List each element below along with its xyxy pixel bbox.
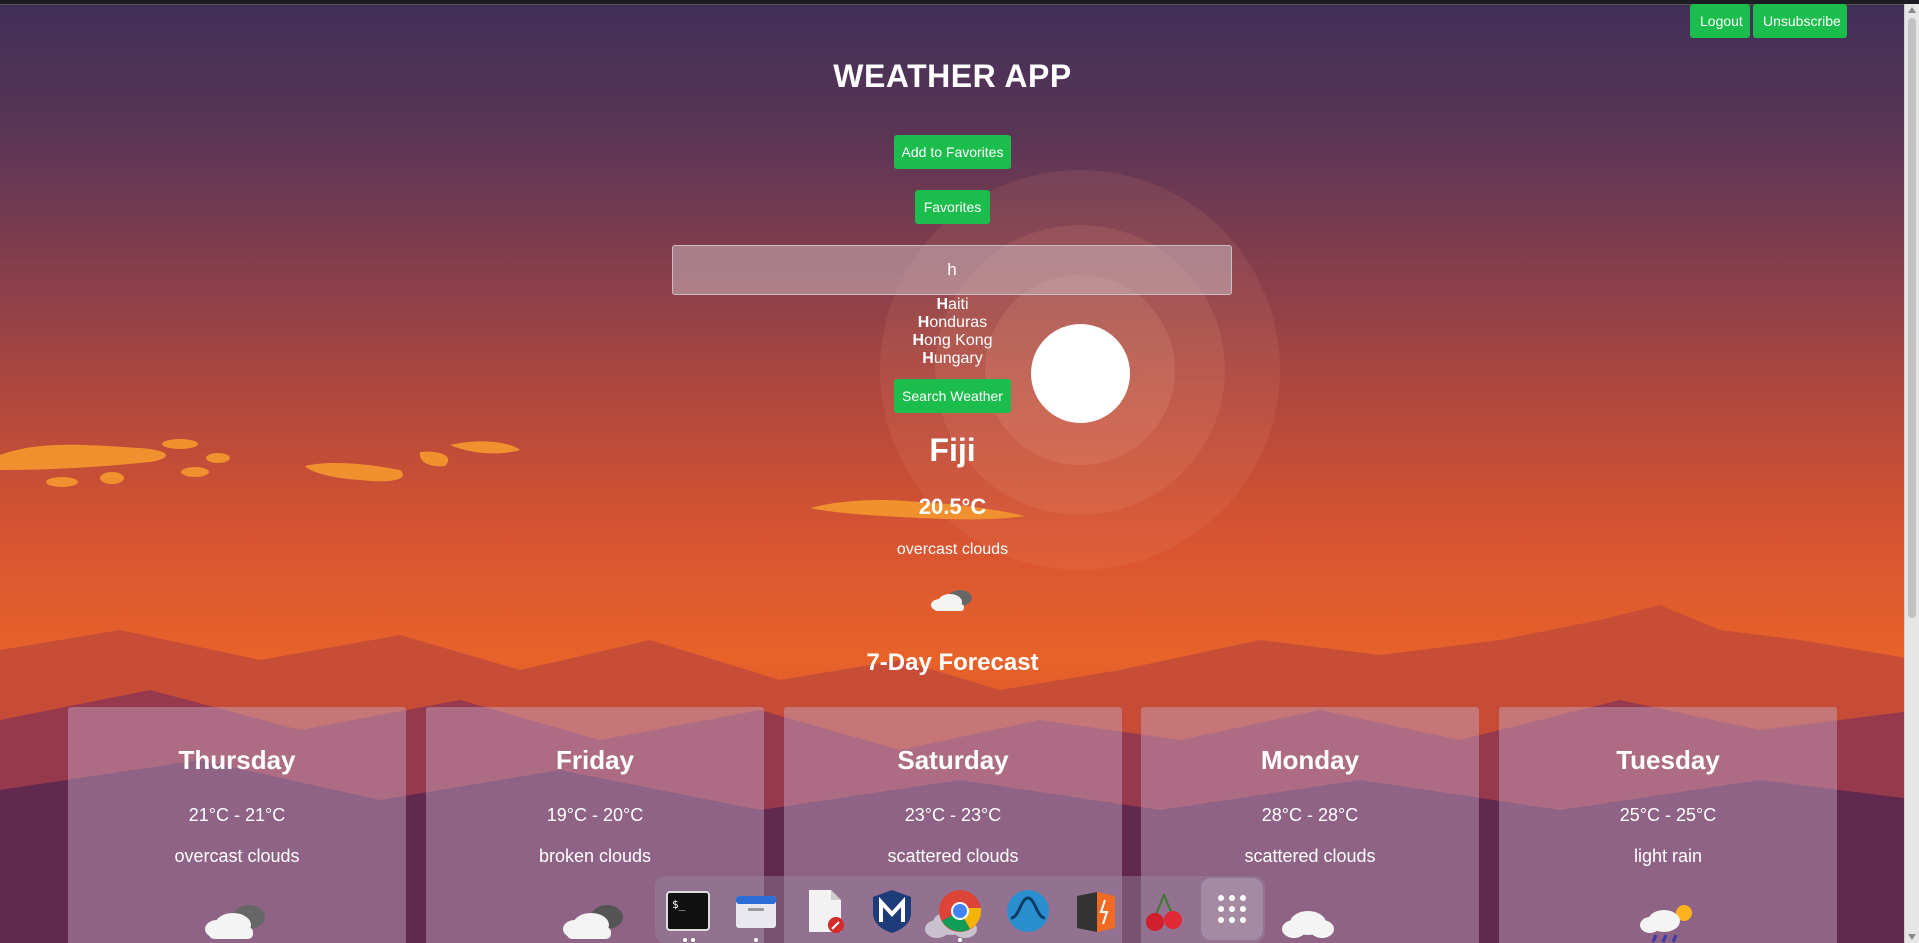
forecast-temp-range: 23°C - 23°C xyxy=(904,805,1002,825)
running-indicator xyxy=(958,938,962,942)
top-window-edge xyxy=(0,0,1919,5)
broken-clouds-icon xyxy=(563,905,623,939)
suggestion-match: H xyxy=(917,314,930,331)
wireshark-icon[interactable] xyxy=(1005,888,1051,934)
forecast-day: Tuesday xyxy=(1616,745,1720,775)
text-editor-icon[interactable] xyxy=(801,888,847,934)
metasploit-icon[interactable] xyxy=(869,888,915,934)
forecast-description: light rain xyxy=(1633,846,1703,866)
forecast-day: Thursday xyxy=(178,745,296,775)
forecast-card: Thursday 21°C - 21°C overcast clouds xyxy=(68,707,406,943)
forecast-description: scattered clouds xyxy=(1244,846,1376,866)
forecast-temp-range: 21°C - 21°C xyxy=(188,805,286,825)
running-indicator xyxy=(754,938,758,942)
overcast-clouds-icon xyxy=(931,590,972,611)
suggestion-match: H xyxy=(936,296,949,313)
terminal-icon[interactable]: $_ xyxy=(665,888,711,934)
suggestion-item[interactable]: Honduras xyxy=(0,314,1905,332)
app-grid-icon xyxy=(1218,895,1246,923)
running-indicator xyxy=(683,938,687,942)
forecast-day: Monday xyxy=(1260,745,1360,775)
forecast-day: Friday xyxy=(555,745,635,775)
unsubscribe-button[interactable]: Unsubscribe xyxy=(1753,4,1847,38)
cherrytree-icon[interactable] xyxy=(1141,888,1187,934)
suggestion-item[interactable]: Hungary xyxy=(0,350,1905,368)
suggestion-match: H xyxy=(912,332,925,349)
forecast-day: Saturday xyxy=(897,745,1009,775)
scroll-up-arrow-icon[interactable] xyxy=(1908,7,1916,13)
city-search-input[interactable] xyxy=(672,245,1232,295)
forecast-temp-range: 25°C - 25°C xyxy=(1619,805,1717,825)
current-city-name: Fiji xyxy=(929,432,976,468)
scrollbar-thumb[interactable] xyxy=(1908,18,1916,618)
current-description: overcast clouds xyxy=(896,541,1009,558)
suggestion-rest: ungary xyxy=(933,350,983,367)
search-weather-button[interactable]: Search Weather xyxy=(894,379,1011,413)
suggestion-rest: onduras xyxy=(929,314,988,331)
chrome-icon[interactable] xyxy=(937,888,983,934)
forecast-card: Tuesday 25°C - 25°C light rain xyxy=(1499,707,1837,943)
forecast-description: scattered clouds xyxy=(887,846,1019,866)
forecast-temp-range: 19°C - 20°C xyxy=(546,805,644,825)
scattered-clouds-icon xyxy=(1282,911,1334,938)
suggestion-match: H xyxy=(922,350,934,367)
logout-button[interactable]: Logout xyxy=(1690,4,1750,38)
app-title: WEATHER APP xyxy=(833,58,1072,94)
suggestion-item[interactable]: Hong Kong xyxy=(0,332,1905,350)
overcast-clouds-icon xyxy=(205,905,265,939)
scroll-down-arrow-icon[interactable] xyxy=(1908,934,1916,940)
forecast-description: overcast clouds xyxy=(174,846,300,866)
forecast-title: 7-Day Forecast xyxy=(866,649,1039,676)
app-grid-button[interactable] xyxy=(1201,878,1263,940)
file-manager-icon[interactable] xyxy=(733,888,779,934)
favorites-button[interactable]: Favorites xyxy=(915,190,990,224)
svg-text:$_: $_ xyxy=(672,898,686,911)
current-temperature: 20.5°C xyxy=(918,494,987,519)
add-to-favorites-button[interactable]: Add to Favorites xyxy=(894,135,1011,169)
suggestion-rest: ong Kong xyxy=(924,332,993,349)
suggestion-item[interactable]: Haiti xyxy=(0,296,1905,314)
light-rain-icon xyxy=(1640,905,1692,943)
running-indicator xyxy=(691,938,695,942)
search-suggestions: Haiti Honduras Hong Kong Hungary xyxy=(0,296,1905,368)
page-scrollbar[interactable] xyxy=(1904,4,1919,943)
suggestion-rest: aiti xyxy=(948,296,969,313)
forecast-description: broken clouds xyxy=(538,846,652,866)
forecast-temp-range: 28°C - 28°C xyxy=(1261,805,1359,825)
burpsuite-icon[interactable] xyxy=(1073,888,1119,934)
